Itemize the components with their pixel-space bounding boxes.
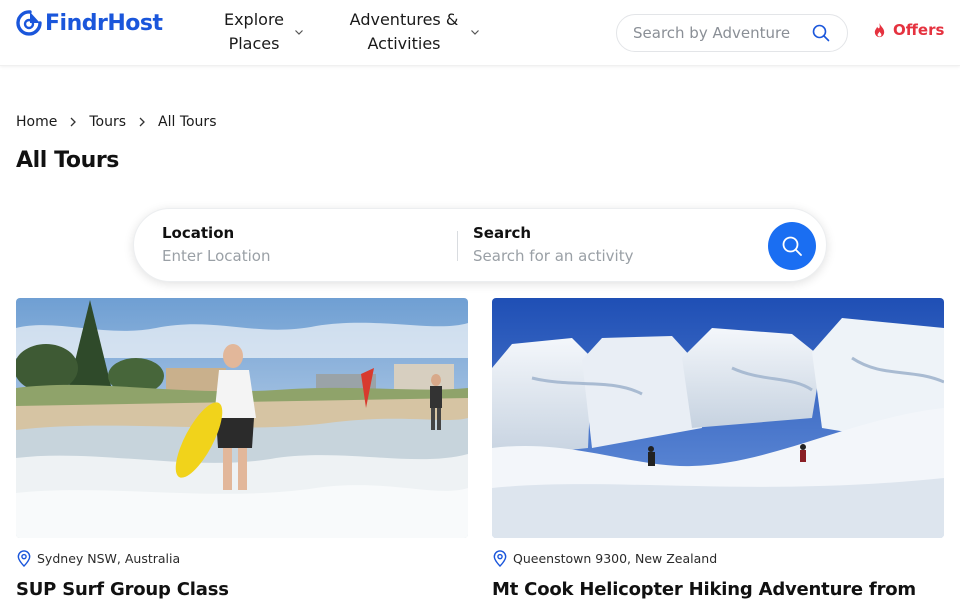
glacier-hikers-photo[interactable] [492,298,944,538]
findrhost-logo-icon [16,10,42,36]
location-pin-icon [17,550,31,567]
breadcrumb-all-tours: All Tours [158,114,217,130]
tour-card[interactable]: Sydney NSW, Australia SUP Surf Group Cla… [16,298,468,600]
nav-explore-places-label: Explore Places [223,10,285,53]
tour-title[interactable]: SUP Surf Group Class [16,579,468,600]
chevron-right-icon [70,117,77,127]
location-field-label: Location [162,224,235,242]
tour-card[interactable]: Queenstown 9300, New Zealand Mt Cook Hel… [492,298,944,600]
breadcrumb: Home Tours All Tours [16,114,216,130]
offers-label: Offers [893,21,945,39]
breadcrumb-tours[interactable]: Tours [89,114,126,130]
activity-search-label: Search [473,224,532,242]
beach-surfer-photo[interactable] [16,298,468,538]
tour-location-text: Queenstown 9300, New Zealand [513,551,718,566]
tour-title[interactable]: Mt Cook Helicopter Hiking Adventure from [492,579,944,600]
tour-search-bar: Location Search [133,208,827,282]
location-field: Location [162,223,422,265]
page-title: All Tours [16,148,119,173]
site-header: FindrHost Explore Places Adventures & Ac… [0,0,960,66]
nav-adventures-activities-label: Adventures & Activities [349,10,459,53]
field-divider [457,231,458,261]
header-search-input[interactable] [633,24,793,42]
search-submit-button[interactable] [768,222,816,270]
flame-icon [874,22,885,37]
tour-location-text: Sydney NSW, Australia [37,551,181,566]
brand-name: FindrHost [45,10,163,36]
chevron-down-icon [471,30,479,35]
header-search [616,14,848,52]
breadcrumb-home[interactable]: Home [16,114,57,130]
tour-location: Sydney NSW, Australia [16,550,468,567]
offers-link[interactable]: Offers [872,21,944,39]
location-input[interactable] [162,247,422,265]
location-pin-icon [493,550,507,567]
nav-adventures-activities[interactable]: Adventures & Activities [346,8,486,56]
nav-explore-places[interactable]: Explore Places [222,8,312,56]
brand-logo[interactable]: FindrHost [16,9,163,37]
chevron-down-icon [295,30,303,35]
activity-search-input[interactable] [473,247,733,265]
search-icon[interactable] [812,24,830,42]
activity-search-field: Search [473,223,733,265]
chevron-right-icon [139,117,145,127]
search-icon [782,236,802,256]
tour-location: Queenstown 9300, New Zealand [492,550,944,567]
